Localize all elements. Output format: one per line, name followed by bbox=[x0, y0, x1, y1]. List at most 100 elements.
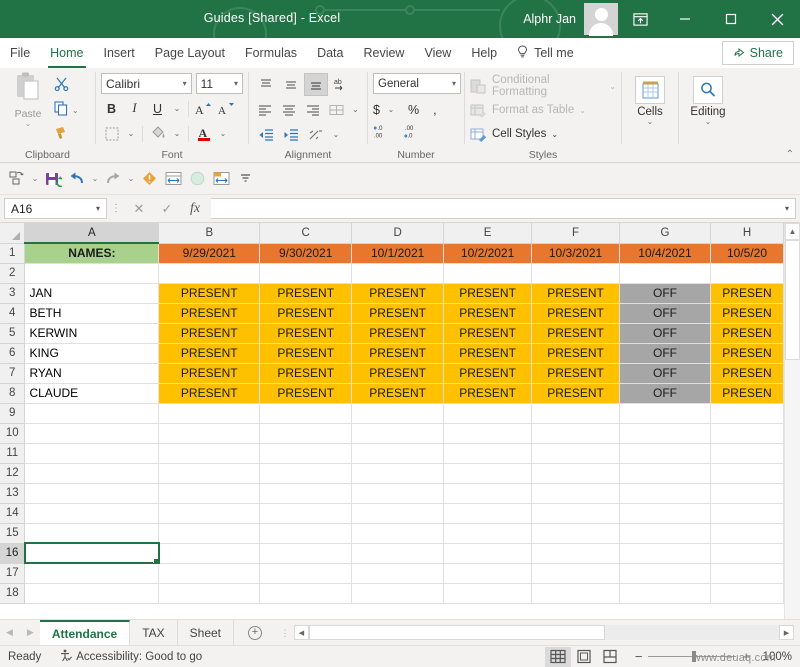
cell-A4[interactable]: BETH bbox=[24, 303, 160, 324]
cell-G13[interactable] bbox=[619, 483, 711, 504]
cell-E13[interactable] bbox=[443, 483, 533, 504]
cell-B15[interactable] bbox=[158, 523, 261, 544]
name-box[interactable]: A16 ▾ bbox=[4, 198, 107, 219]
cell-C9[interactable] bbox=[259, 403, 353, 424]
chevron-down-icon[interactable]: ⌄ bbox=[329, 124, 343, 145]
cell-D1[interactable]: 10/1/2021 bbox=[351, 243, 445, 264]
align-center-button[interactable] bbox=[278, 98, 301, 121]
cell-A15[interactable] bbox=[24, 523, 160, 544]
cell-C6[interactable]: PRESENT bbox=[259, 343, 353, 364]
chevron-down-icon[interactable]: ⌄ bbox=[124, 123, 138, 144]
cell-D9[interactable] bbox=[351, 403, 445, 424]
cell-B16[interactable] bbox=[158, 543, 261, 564]
previous-sheet-icon[interactable]: ◀ bbox=[6, 627, 13, 638]
cell-F2[interactable] bbox=[531, 263, 621, 284]
cell-C16[interactable] bbox=[259, 543, 353, 564]
align-middle-button[interactable] bbox=[279, 73, 303, 96]
chevron-down-icon[interactable]: ⌄ bbox=[30, 174, 40, 183]
cell-H6[interactable]: PRESEN bbox=[710, 343, 784, 364]
cell-D12[interactable] bbox=[351, 463, 445, 484]
merge-center-button[interactable] bbox=[325, 98, 348, 121]
cell-A6[interactable]: KING bbox=[24, 343, 160, 364]
cell-A18[interactable] bbox=[24, 583, 160, 604]
row-header-13[interactable]: 13 bbox=[0, 483, 26, 504]
tab-file[interactable]: File bbox=[0, 38, 40, 68]
chevron-down-icon[interactable]: ⌄ bbox=[216, 123, 230, 144]
format-painter-button[interactable] bbox=[54, 125, 79, 146]
chevron-down-icon[interactable]: ▾ bbox=[452, 79, 456, 88]
wrap-text-button[interactable] bbox=[304, 123, 328, 146]
cell-D17[interactable] bbox=[351, 563, 445, 584]
tab-insert[interactable]: Insert bbox=[94, 38, 145, 68]
tab-home[interactable]: Home bbox=[40, 38, 93, 68]
cell-H4[interactable]: PRESEN bbox=[710, 303, 784, 324]
cell-H5[interactable]: PRESEN bbox=[710, 323, 784, 344]
cell-A8[interactable]: CLAUDE bbox=[24, 383, 160, 404]
formula-input[interactable]: ▾ bbox=[211, 198, 796, 219]
horizontal-scrollbar[interactable]: ◀ ▶ bbox=[294, 625, 794, 641]
cell-D15[interactable] bbox=[351, 523, 445, 544]
cell-D8[interactable]: PRESENT bbox=[351, 383, 445, 404]
cell-E4[interactable]: PRESENT bbox=[443, 303, 533, 324]
cell-G11[interactable] bbox=[619, 443, 711, 464]
cell-F7[interactable]: PRESENT bbox=[531, 363, 621, 384]
chevron-down-icon[interactable]: ⌄ bbox=[25, 120, 32, 128]
cell-H17[interactable] bbox=[710, 563, 784, 584]
chevron-down-icon[interactable]: ⌄ bbox=[90, 174, 100, 183]
cell-A1[interactable]: NAMES: bbox=[24, 243, 160, 264]
cell-D2[interactable] bbox=[351, 263, 445, 284]
font-color-button[interactable]: A bbox=[193, 123, 214, 144]
tab-data[interactable]: Data bbox=[307, 38, 353, 68]
cell-E3[interactable]: PRESENT bbox=[443, 283, 533, 304]
bold-button[interactable]: B bbox=[101, 98, 122, 119]
cell-styles-button[interactable]: Cell Styles ⌄ bbox=[470, 122, 616, 146]
cell-F18[interactable] bbox=[531, 583, 621, 604]
cell-B7[interactable]: PRESENT bbox=[158, 363, 261, 384]
cell-E9[interactable] bbox=[443, 403, 533, 424]
add-sheet-button[interactable]: + bbox=[234, 620, 276, 645]
cell-F16[interactable] bbox=[531, 543, 621, 564]
row-header-8[interactable]: 8 bbox=[0, 383, 26, 404]
autosave-toggle-icon[interactable] bbox=[6, 168, 28, 190]
cell-A14[interactable] bbox=[24, 503, 160, 524]
cell-E1[interactable]: 10/2/2021 bbox=[443, 243, 533, 264]
chevron-down-icon[interactable]: ▾ bbox=[183, 79, 187, 88]
undo-icon[interactable] bbox=[66, 168, 88, 190]
column-header-e[interactable]: E bbox=[443, 223, 533, 244]
cell-C13[interactable] bbox=[259, 483, 353, 504]
cell-B11[interactable] bbox=[158, 443, 261, 464]
font-size-combo[interactable]: 11 ▾ bbox=[195, 73, 243, 94]
page-layout-view-icon[interactable] bbox=[571, 647, 597, 667]
tab-help[interactable]: Help bbox=[461, 38, 507, 68]
cell-G10[interactable] bbox=[619, 423, 711, 444]
cell-H2[interactable] bbox=[710, 263, 784, 284]
vertical-scroll-thumb[interactable] bbox=[785, 240, 800, 360]
chevron-down-icon[interactable]: ⌄ bbox=[579, 106, 586, 115]
cell-B10[interactable] bbox=[158, 423, 261, 444]
row-header-15[interactable]: 15 bbox=[0, 523, 26, 544]
cell-C17[interactable] bbox=[259, 563, 353, 584]
tab-split-handle[interactable]: ⋮ bbox=[276, 628, 294, 637]
insert-rows-icon[interactable] bbox=[162, 168, 184, 190]
row-header-7[interactable]: 7 bbox=[0, 363, 26, 384]
cell-C4[interactable]: PRESENT bbox=[259, 303, 353, 324]
cell-A5[interactable]: KERWIN bbox=[24, 323, 160, 344]
chevron-down-icon[interactable]: ⌄ bbox=[170, 123, 184, 144]
cell-C11[interactable] bbox=[259, 443, 353, 464]
font-name-combo[interactable]: Calibri ▾ bbox=[101, 73, 192, 94]
sheet-tab-attendance[interactable]: Attendance bbox=[39, 620, 131, 645]
chevron-down-icon[interactable]: ⌄ bbox=[170, 98, 184, 119]
cell-E2[interactable] bbox=[443, 263, 533, 284]
cell-H9[interactable] bbox=[710, 403, 784, 424]
column-header-b[interactable]: B bbox=[158, 223, 261, 244]
cell-D16[interactable] bbox=[351, 543, 445, 564]
cell-F14[interactable] bbox=[531, 503, 621, 524]
tab-view[interactable]: View bbox=[414, 38, 461, 68]
cell-E5[interactable]: PRESENT bbox=[443, 323, 533, 344]
cell-F13[interactable] bbox=[531, 483, 621, 504]
chevron-down-icon[interactable]: ⌄ bbox=[126, 174, 136, 183]
cell-H18[interactable] bbox=[710, 583, 784, 604]
enter-icon[interactable]: ✓ bbox=[153, 198, 181, 220]
cell-F3[interactable]: PRESENT bbox=[531, 283, 621, 304]
cell-E16[interactable] bbox=[443, 543, 533, 564]
